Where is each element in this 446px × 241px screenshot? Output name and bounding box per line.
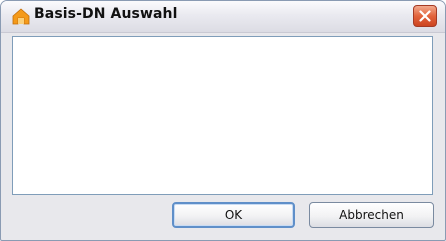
ok-button[interactable]: OK: [172, 202, 295, 228]
close-button[interactable]: [413, 5, 437, 27]
dn-selection-list[interactable]: [12, 36, 433, 195]
cancel-button[interactable]: Abbrechen: [309, 202, 434, 228]
title-bar[interactable]: Basis-DN Auswahl: [1, 1, 445, 33]
home-icon: [12, 8, 30, 25]
close-icon: [419, 10, 431, 22]
window-title: Basis-DN Auswahl: [34, 6, 178, 22]
dialog-window: Basis-DN Auswahl OK Abbrechen: [0, 0, 446, 241]
